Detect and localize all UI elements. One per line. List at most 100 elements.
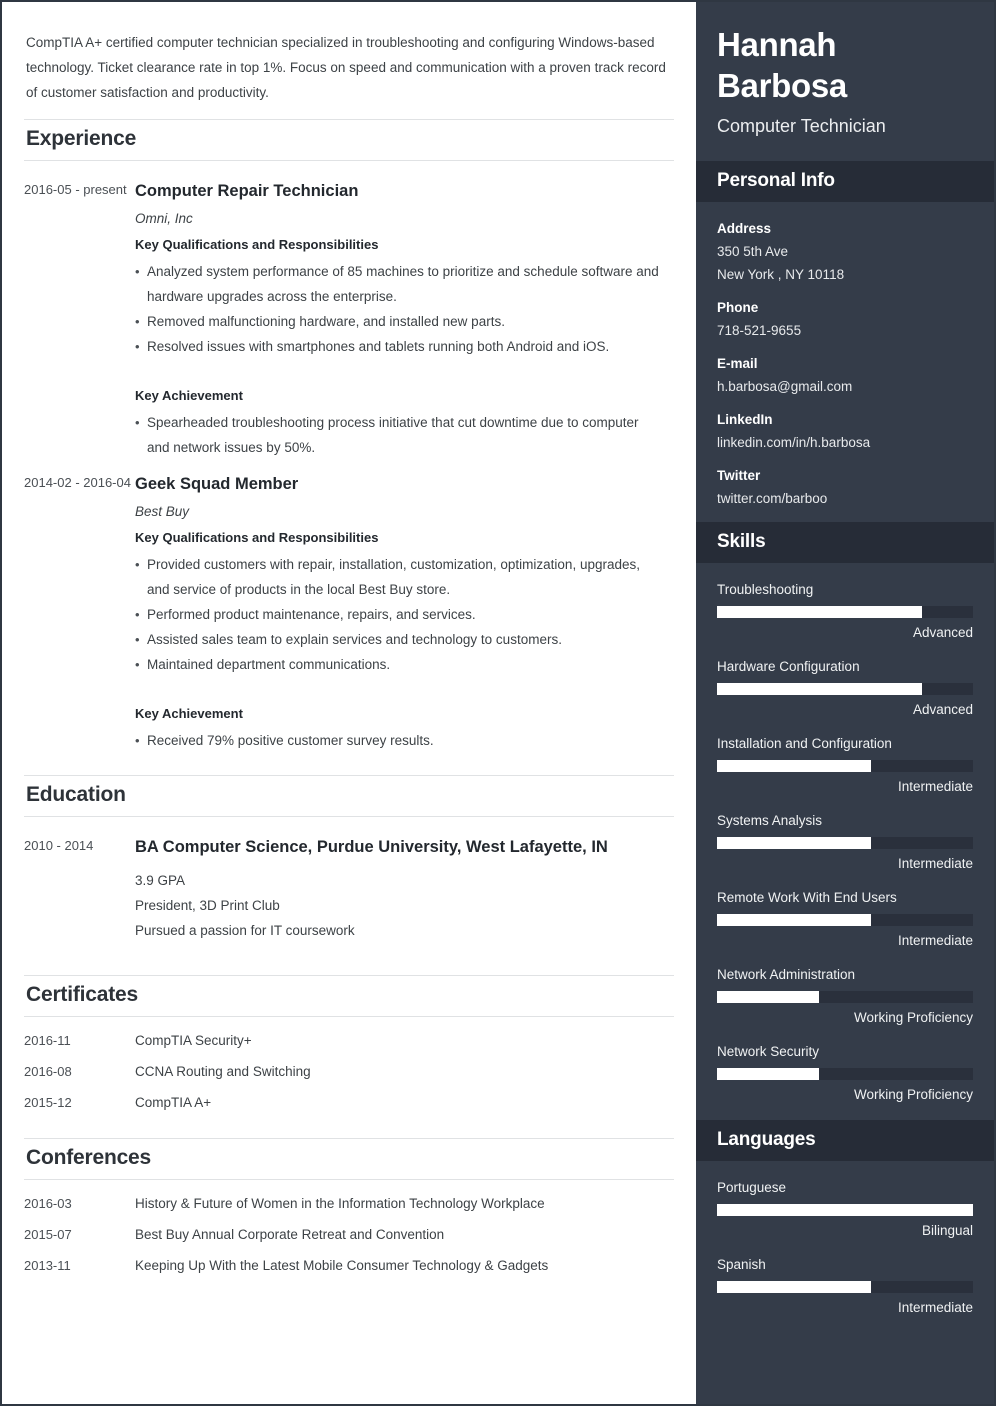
skill-progress-track: [717, 914, 973, 926]
personal-info-body: Address 350 5th Ave New York , NY 10118 …: [696, 202, 994, 522]
candidate-job-title: Computer Technician: [717, 116, 886, 136]
languages-body: Portuguese Bilingual Spanish Intermediat…: [696, 1161, 994, 1333]
section-certificates: Certificates 2016-11 CompTIA Security+ 2…: [24, 975, 674, 1113]
language-item: Portuguese Bilingual: [717, 1176, 973, 1242]
info-label: Phone: [717, 300, 759, 315]
conference-name: History & Future of Women in the Informa…: [135, 1196, 545, 1211]
experience-entry-body: Computer Repair Technician Omni, Inc Key…: [135, 175, 674, 460]
section-title-conferences: Conferences: [24, 1138, 674, 1180]
list-item: Spearheaded troubleshooting process init…: [135, 410, 660, 460]
info-value[interactable]: 718-521-9655: [717, 319, 973, 342]
info-value[interactable]: linkedin.com/in/h.barbosa: [717, 431, 973, 454]
skill-progress-track: [717, 837, 973, 849]
language-progress-fill: [717, 1281, 871, 1293]
conference-row: 2015-07 Best Buy Annual Corporate Retrea…: [24, 1225, 674, 1245]
certificate-row: 2016-11 CompTIA Security+: [24, 1031, 674, 1051]
section-title-certificates: Certificates: [24, 975, 674, 1017]
info-label: Twitter: [717, 468, 761, 483]
info-group-linkedin: LinkedIn linkedin.com/in/h.barbosa: [717, 408, 973, 454]
skill-level: Working Proficiency: [853, 1087, 973, 1102]
language-name: Portuguese: [717, 1180, 787, 1195]
experience-achievement-list: Received 79% positive customer survey re…: [135, 728, 660, 753]
resume-page: CompTIA A+ certified computer technician…: [0, 0, 996, 1406]
experience-job-title: Geek Squad Member: [135, 475, 299, 493]
certificate-date: 2016-08: [24, 1064, 72, 1079]
experience-job-title: Computer Repair Technician: [135, 182, 359, 200]
qualifications-heading: Key Qualifications and Responsibilities: [135, 530, 379, 545]
skill-progress-fill: [717, 760, 871, 772]
language-progress-track: [717, 1204, 973, 1216]
certificate-row: 2016-08 CCNA Routing and Switching: [24, 1062, 674, 1082]
conference-row: 2016-03 History & Future of Women in the…: [24, 1194, 674, 1214]
experience-company: Best Buy: [135, 504, 190, 519]
experience-entry-date: 2014-02 - 2016-04: [24, 475, 131, 490]
info-group-twitter: Twitter twitter.com/barboo: [717, 464, 973, 510]
education-degree: BA Computer Science, Purdue University, …: [135, 838, 608, 856]
skill-level: Working Proficiency: [853, 1010, 973, 1025]
candidate-last-name: Barbosa: [717, 67, 847, 104]
conference-date: 2015-07: [24, 1227, 72, 1242]
language-level: Intermediate: [897, 1300, 973, 1315]
conference-date: 2016-03: [24, 1196, 72, 1211]
skill-progress-fill: [717, 837, 871, 849]
skill-progress-track: [717, 991, 973, 1003]
info-value[interactable]: twitter.com/barboo: [717, 487, 973, 510]
info-group-address: Address 350 5th Ave New York , NY 10118: [717, 217, 973, 286]
sidebar-section-title-personal-info: Personal Info: [696, 161, 994, 202]
skill-item: Systems Analysis Intermediate: [717, 809, 973, 875]
skill-progress-track: [717, 1068, 973, 1080]
info-label: Address: [717, 221, 772, 236]
language-level: Bilingual: [921, 1223, 973, 1238]
skill-item: Network Security Working Proficiency: [717, 1040, 973, 1106]
skill-name: Network Security: [717, 1044, 820, 1059]
skill-item: Network Administration Working Proficien…: [717, 963, 973, 1029]
info-group-phone: Phone 718-521-9655: [717, 296, 973, 342]
language-progress-fill: [717, 1204, 973, 1216]
skill-progress-fill: [717, 683, 922, 695]
skill-progress-fill: [717, 991, 820, 1003]
language-item: Spanish Intermediate: [717, 1253, 973, 1319]
skill-progress-track: [717, 606, 973, 618]
education-entry: 2010 - 2014 BA Computer Science, Purdue …: [24, 831, 674, 943]
experience-entry: 2014-02 - 2016-04 Geek Squad Member Best…: [24, 468, 674, 753]
skill-name: Network Administration: [717, 967, 856, 982]
skill-level: Intermediate: [897, 856, 973, 871]
info-label: E-mail: [717, 356, 758, 371]
certificate-date: 2016-11: [24, 1033, 71, 1048]
language-progress-track: [717, 1281, 973, 1293]
sidebar-section-title-skills: Skills: [696, 522, 994, 563]
achievement-heading: Key Achievement: [135, 388, 243, 403]
experience-entry: 2016-05 - present Computer Repair Techni…: [24, 175, 674, 460]
experience-entry-date: 2016-05 - present: [24, 182, 127, 197]
list-item: Maintained department communications.: [135, 652, 660, 677]
skill-progress-fill: [717, 914, 871, 926]
professional-summary: CompTIA A+ certified computer technician…: [26, 35, 666, 100]
skill-level: Advanced: [912, 702, 973, 717]
section-title-education: Education: [24, 775, 674, 817]
certificate-name: CCNA Routing and Switching: [135, 1064, 311, 1079]
list-item: Performed product maintenance, repairs, …: [135, 602, 660, 627]
section-experience: Experience 2016-05 - present Computer Re…: [24, 119, 674, 753]
list-item: Provided customers with repair, installa…: [135, 552, 660, 602]
info-group-email: E-mail h.barbosa@gmail.com: [717, 352, 973, 398]
resume-main-column: CompTIA A+ certified computer technician…: [2, 2, 696, 1404]
experience-achievement-list: Spearheaded troubleshooting process init…: [135, 410, 660, 460]
certificate-date: 2015-12: [24, 1095, 72, 1110]
education-detail: President, 3D Print Club: [135, 898, 280, 913]
experience-bullet-list: Analyzed system performance of 85 machin…: [135, 259, 660, 359]
candidate-first-name: Hannah: [717, 26, 837, 63]
skill-name: Systems Analysis: [717, 813, 823, 828]
info-value[interactable]: h.barbosa@gmail.com: [717, 375, 973, 398]
skill-progress-track: [717, 760, 973, 772]
list-item: Removed malfunctioning hardware, and ins…: [135, 309, 660, 334]
achievement-heading: Key Achievement: [135, 706, 243, 721]
section-title-experience: Experience: [24, 119, 674, 161]
education-entry-body: BA Computer Science, Purdue University, …: [135, 831, 674, 943]
conference-name: Keeping Up With the Latest Mobile Consum…: [135, 1258, 549, 1273]
skill-item: Hardware Configuration Advanced: [717, 655, 973, 721]
certificate-name: CompTIA Security+: [135, 1033, 252, 1048]
skill-name: Remote Work With End Users: [717, 890, 897, 905]
